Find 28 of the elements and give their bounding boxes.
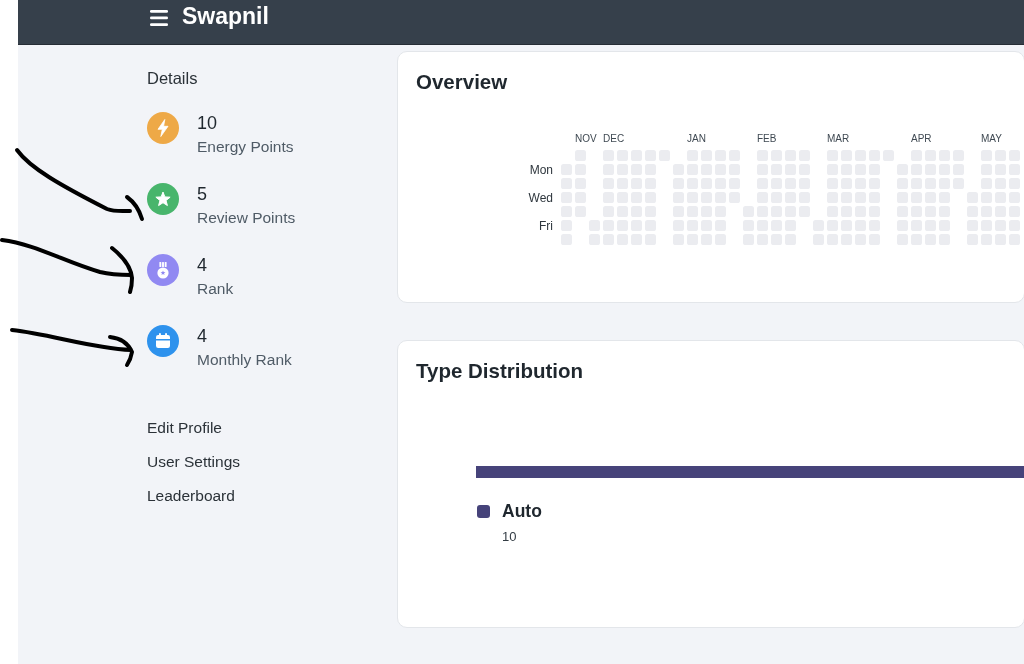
stat-label: Review Points	[197, 208, 296, 228]
month-label: MAY	[981, 133, 1002, 144]
day-label: Fri	[539, 218, 553, 233]
legend-label: Auto	[502, 500, 542, 522]
stat-label: Rank	[197, 279, 234, 299]
day-label: Mon	[529, 162, 553, 177]
month-label: NOV	[575, 133, 597, 144]
month-label: DEC	[603, 133, 625, 144]
card-title: Type Distribution	[416, 358, 585, 384]
stat-value: 4	[197, 325, 208, 347]
month-label: FEB	[757, 133, 777, 144]
month-label: JAN	[687, 133, 706, 144]
stat-label: Energy Points	[197, 137, 294, 157]
sidebar-link[interactable]: Leaderboard	[147, 486, 235, 506]
legend-value: 10	[502, 528, 518, 545]
sidebar-link[interactable]: User Settings	[147, 452, 241, 472]
month-label: MAR	[827, 133, 850, 144]
menu-icon[interactable]	[150, 9, 168, 26]
section-heading: Details	[147, 68, 198, 88]
sidebar-link[interactable]: Edit Profile	[147, 418, 222, 438]
month-label: APR	[911, 133, 932, 144]
stat-label: Monthly Rank	[197, 350, 292, 370]
day-label: Wed	[528, 190, 553, 205]
stat-value: 10	[197, 112, 219, 134]
stat-value: 5	[197, 183, 208, 205]
stat-value: 4	[197, 254, 208, 276]
card-title: Overview	[416, 69, 509, 95]
page-title: Swapnil	[182, 2, 269, 30]
